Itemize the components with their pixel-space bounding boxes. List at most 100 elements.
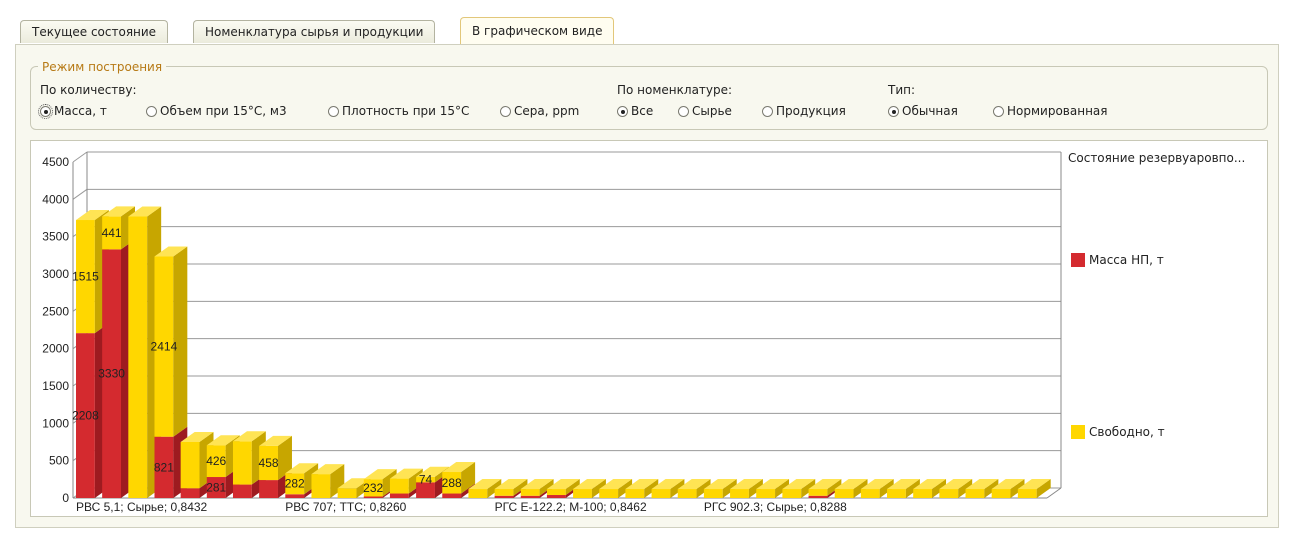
legend-mass: Масса НП, т <box>1071 253 1164 267</box>
data-label-mass: 2208 <box>72 409 99 423</box>
y-tick-label: 2000 <box>42 342 69 356</box>
x-tick-label: РВС 5,1; Сырье; 0,8432 <box>76 500 208 514</box>
chart-panel: 0 500 1000 1500 2000 2500 3000 3500 4000 4500 2208… <box>30 140 1268 517</box>
y-tick-label: 3000 <box>42 267 69 281</box>
x-tick-label: РГС 902.3; Сырье; 0,8288 <box>704 500 847 514</box>
data-label-free: 2414 <box>151 340 178 354</box>
bar-free <box>677 489 697 498</box>
bar-free <box>887 489 906 498</box>
bar-free <box>520 489 540 496</box>
bar-mass <box>389 493 409 498</box>
bar-free <box>128 216 148 499</box>
radio-all[interactable]: Все <box>617 103 653 119</box>
bar-free <box>808 489 828 496</box>
legend-free: Свободно, т <box>1071 425 1165 439</box>
bar-mass <box>808 495 828 498</box>
radio-density[interactable]: Плотность при 15°C <box>328 103 469 119</box>
bar-free <box>573 489 592 498</box>
radio-normalized[interactable]: Нормированная <box>993 103 1107 119</box>
data-label-free: 441 <box>102 226 122 240</box>
tab-current-state[interactable]: Текущее состояние <box>20 20 169 43</box>
radio-mass[interactable]: Масса, т <box>38 103 107 119</box>
bar-free <box>651 489 671 498</box>
mode-group-title: Режим построения <box>38 60 167 74</box>
data-label-free: 282 <box>285 477 305 491</box>
legend-swatch-free <box>1071 425 1085 439</box>
radio-normal[interactable]: Обычная <box>888 103 958 119</box>
mode-groupbox <box>30 66 1268 130</box>
radio-dot <box>993 106 1004 117</box>
data-label-free: 1515 <box>72 270 99 284</box>
data-label-free: 232 <box>363 481 383 495</box>
data-label-free: 74 <box>419 473 433 487</box>
radio-raw[interactable]: Сырье <box>678 103 732 119</box>
y-tick-label: 3500 <box>42 230 69 244</box>
bar-free <box>834 489 854 498</box>
y-tick-label: 4000 <box>42 192 69 206</box>
bar-mass <box>232 484 252 498</box>
data-label-mass: 821 <box>154 460 174 474</box>
bar-free <box>1017 489 1037 498</box>
radio-dot-selected <box>888 106 899 117</box>
radio-product-label: Продукция <box>776 104 846 118</box>
radio-dot <box>328 106 339 117</box>
bar-mass <box>546 495 566 498</box>
type-label: Тип: <box>888 83 916 97</box>
bar-free <box>913 489 933 498</box>
radio-all-label: Все <box>631 104 654 118</box>
bar-free <box>599 489 619 498</box>
bar-free <box>468 489 488 498</box>
bar-free <box>991 489 1011 498</box>
bar-free <box>311 474 331 498</box>
bar-mass <box>285 494 305 498</box>
bar-free <box>730 489 749 498</box>
data-label-mass: 3330 <box>98 367 125 381</box>
radio-dot <box>146 106 157 117</box>
radio-dot-selected <box>617 106 628 117</box>
floor-right <box>1046 487 1062 499</box>
radio-product[interactable]: Продукция <box>762 103 846 119</box>
bar-free <box>782 489 802 498</box>
y-tick-label: 1000 <box>42 416 69 430</box>
tab-graphical-view[interactable]: В графическом виде <box>460 17 615 44</box>
radio-density-label: Плотность при 15°C <box>342 104 470 118</box>
radio-dot <box>500 106 511 117</box>
bar-mass <box>494 495 514 498</box>
bar-free <box>337 488 357 498</box>
grid-line <box>72 151 88 163</box>
radio-mass-label: Масса, т <box>54 104 107 118</box>
bar-mass <box>442 493 462 498</box>
bar-free <box>180 442 200 489</box>
radio-sulfur-label: Сера, ppm <box>514 104 580 118</box>
legend-mass-label: Масса НП, т <box>1089 253 1164 267</box>
grid-line <box>72 188 88 200</box>
legend-free-label: Свободно, т <box>1089 425 1165 439</box>
y-tick-label: 4500 <box>42 155 69 169</box>
bar-free <box>625 489 645 498</box>
x-tick-label: РГС Е-122.2; М-100; 0,8462 <box>495 500 647 514</box>
data-label-free: 458 <box>259 456 279 470</box>
bar-free <box>703 489 723 498</box>
bar-free <box>860 489 880 498</box>
radio-normal-label: Обычная <box>902 104 958 118</box>
bar-free <box>939 489 959 498</box>
legend-swatch-mass <box>1071 253 1085 267</box>
x-tick-label: РВС 707; ТТС; 0,8260 <box>285 500 406 514</box>
bar-free <box>965 489 985 498</box>
bar-mass <box>520 495 540 498</box>
radio-normalized-label: Нормированная <box>1007 104 1108 118</box>
radio-volume[interactable]: Объем при 15°C, м3 <box>146 103 287 119</box>
bar-free <box>756 489 776 498</box>
y-tick-label: 2500 <box>42 304 69 318</box>
y-tick-label: 500 <box>49 454 69 468</box>
radio-dot <box>678 106 689 117</box>
nomenclature-label: По номенклатуре: <box>617 83 733 97</box>
tab-nomenclature[interactable]: Номенклатура сырья и продукции <box>193 20 436 43</box>
chart-title: Состояние резервуаровпо... <box>1068 151 1246 165</box>
bar-free <box>389 478 409 494</box>
y-tick-label: 1500 <box>42 379 69 393</box>
bar-free <box>494 489 514 496</box>
radio-dot <box>762 106 773 117</box>
quantity-label: По количеству: <box>40 83 137 97</box>
radio-sulfur[interactable]: Сера, ppm <box>500 103 579 119</box>
